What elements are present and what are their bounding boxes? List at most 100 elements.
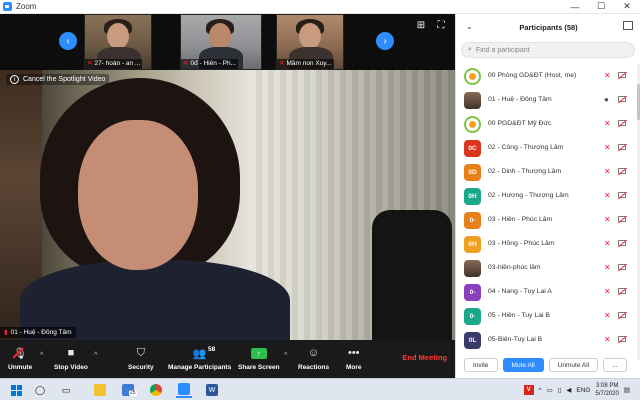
language-indicator[interactable]: ENG: [576, 387, 590, 394]
cancel-spotlight-button[interactable]: i Cancel the Spotlight Video: [6, 74, 110, 85]
maximize-button[interactable]: ☐: [588, 0, 614, 14]
network-icon[interactable]: ▯: [558, 386, 562, 394]
mic-muted-icon[interactable]: ✕: [604, 263, 611, 272]
gallery-next-button[interactable]: ›: [376, 32, 394, 50]
security-button[interactable]: ⛉ Security: [128, 345, 154, 372]
camera-off-icon: [618, 144, 626, 150]
invite-button[interactable]: Invite: [464, 358, 498, 372]
gallery-thumbnail[interactable]: ✕ 0đ - Hiên - Ph...: [180, 14, 262, 70]
mic-muted-icon[interactable]: ✕: [604, 191, 611, 200]
manage-participants-button[interactable]: 👥 Manage Participants: [168, 345, 231, 372]
search-input[interactable]: [475, 46, 626, 54]
mic-muted-icon[interactable]: ✕: [604, 167, 611, 176]
participants-header: ⌄ Participants (58): [456, 14, 640, 40]
participant-row[interactable]: 0H 02 - Hương - Thượng Lâm ✕: [456, 184, 636, 208]
task-view-icon[interactable]: ▭: [58, 382, 74, 398]
word-icon[interactable]: W: [204, 382, 220, 398]
app-badge: 25: [129, 390, 137, 396]
gallery-thumbnail[interactable]: ✕ Mầm non Xuy...: [276, 14, 344, 70]
participant-name: 02 - Hương - Thượng Lâm: [488, 192, 569, 199]
shield-icon: ⛉: [136, 346, 145, 359]
share-screen-button[interactable]: ↑ Share Screen: [238, 345, 280, 371]
close-button[interactable]: ✕: [614, 0, 640, 14]
participant-name: 04 - Nang - Tuy Lai A: [488, 288, 552, 295]
unmute-button[interactable]: 🎙 Unmute: [8, 345, 32, 372]
microphone-icon[interactable]: ●: [604, 95, 609, 104]
fullscreen-icon[interactable]: ⛶: [434, 18, 448, 32]
spotlight-video: i Cancel the Spotlight Video ▮ 01 - Huệ …: [0, 70, 455, 340]
participant-name: 02 - Công - Thượng Lâm: [488, 144, 564, 151]
meeting-toolbar: 🎙 Unmute ^ ■ Stop Video ^ ⛉ Security 👥 M…: [0, 340, 455, 378]
camera-off-icon: [618, 192, 626, 198]
thumbnail-label: ✕ 27- hoàn - an ...: [85, 59, 143, 69]
file-explorer-icon[interactable]: [92, 382, 108, 398]
mic-muted-icon[interactable]: ✕: [604, 239, 611, 248]
participant-row[interactable]: 01 - Huệ - Đông Tâm ●: [456, 88, 636, 112]
participant-avatar: 0H: [464, 188, 481, 205]
participant-name: 03-hiền-phúc lâm: [488, 264, 541, 271]
antivirus-icon[interactable]: V: [523, 385, 534, 395]
participant-name: 01 - Huệ - Đông Tâm: [488, 96, 552, 103]
mic-muted-icon[interactable]: ✕: [604, 287, 611, 296]
more-options-button[interactable]: ...: [603, 358, 627, 372]
unmute-all-button[interactable]: Unmute All: [548, 358, 599, 372]
mic-muted-icon[interactable]: ✕: [604, 119, 611, 128]
windows-logo-icon: [10, 384, 22, 396]
expand-tray-icon[interactable]: ^: [539, 387, 542, 394]
start-button[interactable]: [8, 382, 24, 398]
participant-row[interactable]: 0H 03 - Hồng - Phúc Lâm ✕: [456, 232, 636, 256]
gallery-strip: ‹ ✕ 27- hoàn - an ... ✕ 0đ - Hiên - Ph..…: [0, 14, 455, 70]
participant-row[interactable]: 0L 05-Biên-Tuy Lai B ✕: [456, 328, 636, 352]
participant-row[interactable]: 00 PGD&ĐT Mỹ Đức ✕: [456, 112, 636, 136]
mute-all-button[interactable]: Mute All: [502, 358, 544, 372]
more-button[interactable]: ••• More: [346, 345, 362, 371]
camera-off-icon: [618, 168, 626, 174]
participant-avatar: 0-: [464, 308, 481, 325]
stop-video-button[interactable]: ■ Stop Video: [54, 345, 88, 371]
participant-search[interactable]: ⌕: [461, 42, 635, 58]
mic-muted-icon[interactable]: ✕: [604, 311, 611, 320]
mic-muted-icon[interactable]: ✕: [604, 143, 611, 152]
participant-row[interactable]: 03-hiền-phúc lâm ✕: [456, 256, 636, 280]
battery-icon[interactable]: ▭: [547, 386, 553, 394]
participant-row[interactable]: 00 Phòng GD&ĐT (Host, me) ✕: [456, 64, 636, 88]
gallery-prev-button[interactable]: ‹: [59, 32, 77, 50]
chevron-down-icon[interactable]: ⌄: [466, 22, 473, 31]
windows-taskbar: ◯ ▭ 25 W V ^ ▭ ▯ ◀ ENG 3:08 PM 5/7/2020 …: [0, 378, 640, 400]
gallery-view-icon[interactable]: ⊞: [414, 18, 428, 32]
notifications-icon[interactable]: ▤: [624, 386, 630, 394]
participant-row[interactable]: 0C 02 - Công - Thượng Lâm ✕: [456, 136, 636, 160]
participant-avatar: [464, 116, 481, 133]
clock[interactable]: 3:08 PM 5/7/2020: [595, 382, 618, 398]
zoom-taskbar-icon[interactable]: [176, 382, 192, 398]
more-dots-icon: •••: [347, 347, 360, 359]
participant-row[interactable]: 0- 05 - Hiên - Tuy Lai B ✕: [456, 304, 636, 328]
minimize-button[interactable]: —: [562, 0, 588, 14]
volume-icon[interactable]: ◀: [566, 386, 571, 394]
reactions-button[interactable]: ☺ Reactions: [298, 345, 329, 371]
chrome-icon[interactable]: [148, 382, 164, 398]
share-options-chevron-icon[interactable]: ^: [284, 352, 287, 359]
mic-muted-icon[interactable]: ✕: [604, 215, 611, 224]
end-meeting-button[interactable]: End Meeting: [402, 353, 447, 362]
video-options-chevron-icon[interactable]: ^: [94, 352, 97, 359]
mic-muted-icon[interactable]: ✕: [604, 335, 611, 344]
mic-muted-icon[interactable]: ✕: [604, 71, 611, 80]
signal-icon: ▮: [4, 329, 8, 336]
participant-row[interactable]: 0- 04 - Nang - Tuy Lai A ✕: [456, 280, 636, 304]
reaction-emoji-icon: ☺: [307, 347, 320, 359]
participant-name: 05 - Hiên - Tuy Lai B: [488, 312, 550, 319]
participant-name: 03 - Hồng - Phúc Lâm: [488, 240, 555, 247]
search-taskbar-icon[interactable]: ◯: [32, 382, 48, 398]
taskbar-app-icon[interactable]: 25: [120, 382, 137, 398]
cancel-spotlight-label: Cancel the Spotlight Video: [23, 76, 106, 83]
pop-out-icon[interactable]: [623, 21, 633, 30]
participants-title: Participants (58): [519, 22, 578, 32]
window-controls: — ☐ ✕: [562, 0, 640, 14]
participants-icon: 👥: [192, 347, 207, 360]
gallery-thumbnail[interactable]: ✕ 27- hoàn - an ...: [84, 14, 152, 70]
participant-list: 00 Phòng GD&ĐT (Host, me) ✕ 01 - Huệ - Đôn…: [456, 64, 636, 360]
participant-row[interactable]: 0D 02 - Dinh - Thượng Lâm ✕: [456, 160, 636, 184]
participant-row[interactable]: 0- 03 - Hiên - Phúc Lâm ✕: [456, 208, 636, 232]
audio-options-chevron-icon[interactable]: ^: [40, 352, 43, 359]
